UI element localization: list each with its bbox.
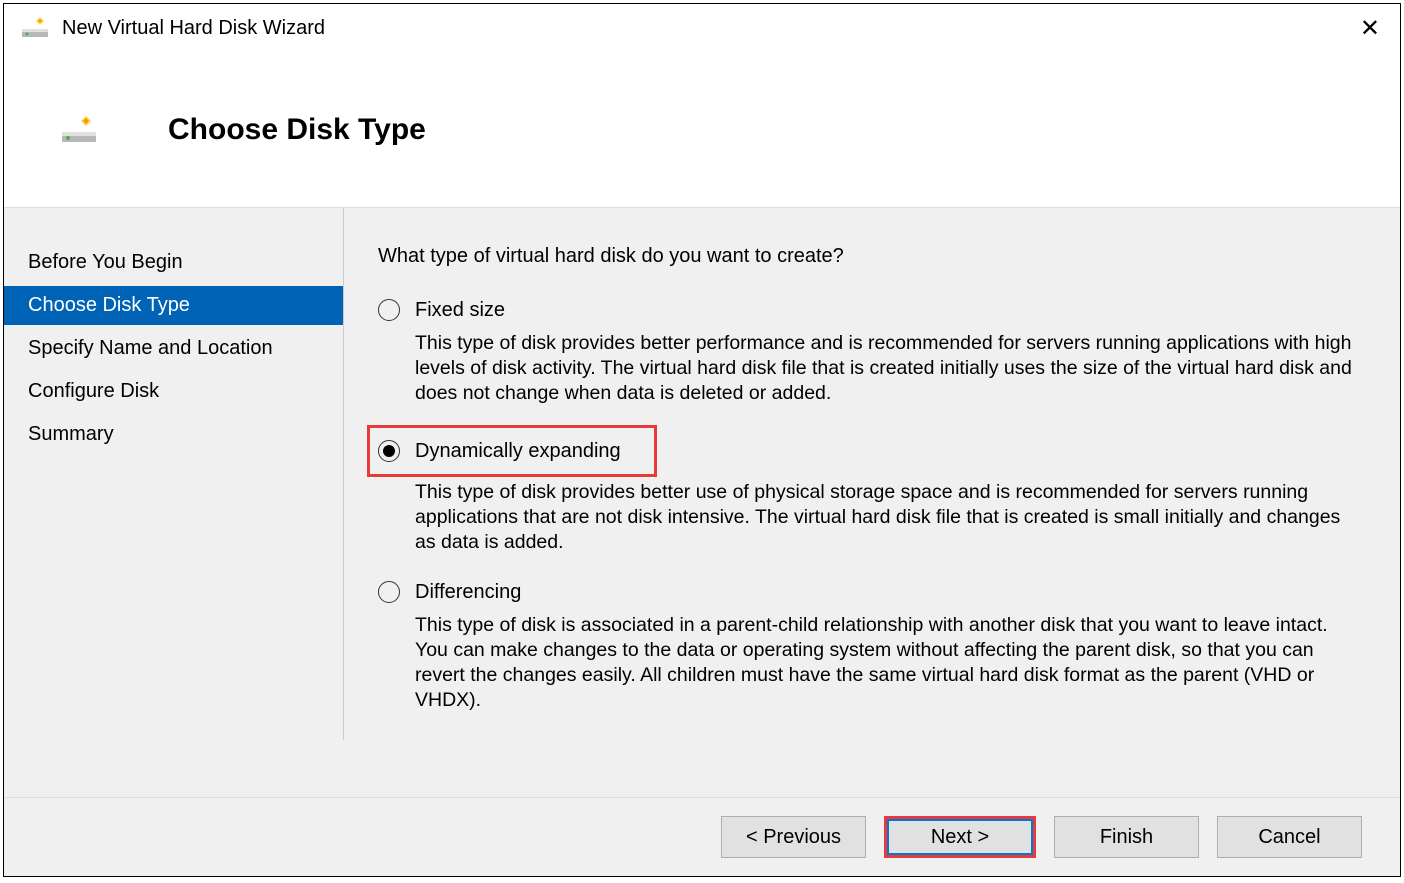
option-description: This type of disk is associated in a par… [415, 613, 1360, 713]
previous-button[interactable]: < Previous [721, 816, 866, 858]
finish-button[interactable]: Finish [1054, 816, 1199, 858]
titlebar: New Virtual Hard Disk Wizard ✕ [4, 4, 1400, 52]
radio-button[interactable] [378, 299, 400, 321]
radio-row[interactable]: Dynamically expanding [367, 425, 657, 477]
wizard-window: New Virtual Hard Disk Wizard ✕ Choose Di… [3, 3, 1401, 877]
header-panel: Choose Disk Type [4, 52, 1400, 208]
sidebar: Before You Begin Choose Disk Type Specify … [4, 208, 344, 740]
radio-button[interactable] [378, 440, 400, 462]
option-label: Fixed size [415, 297, 505, 323]
button-bar: < Previous Next > Finish Cancel [4, 797, 1400, 876]
close-button[interactable]: ✕ [1360, 14, 1380, 43]
option-label: Differencing [415, 579, 521, 605]
sidebar-item-summary[interactable]: Summary [4, 415, 343, 454]
main-content: What type of virtual hard disk do you wa… [344, 208, 1400, 797]
question-text: What type of virtual hard disk do you wa… [378, 243, 1360, 269]
sidebar-item-specify-name-and-location[interactable]: Specify Name and Location [4, 329, 343, 368]
sidebar-item-before-you-begin[interactable]: Before You Begin [4, 243, 343, 282]
option-differencing: Differencing This type of disk is associa… [378, 579, 1360, 713]
disk-icon [62, 116, 96, 144]
radio-row[interactable]: Fixed size [378, 297, 1360, 323]
sidebar-item-configure-disk[interactable]: Configure Disk [4, 372, 343, 411]
disk-icon [22, 17, 48, 39]
option-description: This type of disk provides better perfor… [415, 331, 1360, 406]
window-title: New Virtual Hard Disk Wizard [62, 17, 325, 40]
option-fixed-size: Fixed size This type of disk provides bet… [378, 297, 1360, 406]
body: Before You Begin Choose Disk Type Specify … [4, 208, 1400, 797]
sidebar-item-choose-disk-type[interactable]: Choose Disk Type [4, 286, 343, 325]
option-description: This type of disk provides better use of… [415, 480, 1360, 555]
cancel-button[interactable]: Cancel [1217, 816, 1362, 858]
page-title: Choose Disk Type [168, 113, 426, 147]
option-label: Dynamically expanding [415, 438, 621, 464]
next-button[interactable]: Next > [884, 816, 1036, 858]
radio-button[interactable] [378, 581, 400, 603]
option-dynamically-expanding: Dynamically expanding This type of disk p… [378, 430, 1360, 555]
radio-row[interactable]: Differencing [378, 579, 1360, 605]
